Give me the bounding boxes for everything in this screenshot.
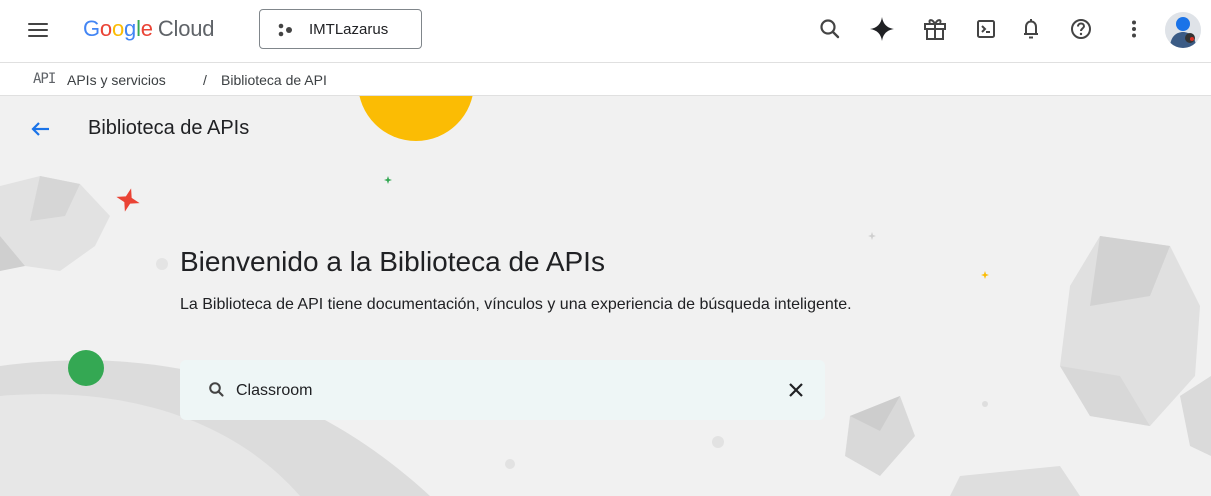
welcome-subtitle: La Biblioteca de API tiene documentación… (180, 296, 852, 313)
project-name: IMTLazarus (309, 21, 389, 38)
logo-letter: o (111, 16, 125, 41)
page-title: Biblioteca de APIs (88, 117, 250, 139)
gemini-icon[interactable] (867, 14, 897, 44)
search-icon (209, 382, 224, 397)
logo-letter: g (124, 16, 137, 41)
logo-letter: o (99, 16, 112, 41)
project-picker-button[interactable]: IMTLazarus (259, 9, 422, 49)
logo-letter: e (140, 16, 153, 41)
google-cloud-logo[interactable]: Google Cloud (83, 16, 214, 42)
menu-icon[interactable] (26, 20, 54, 42)
api-icon: API (33, 71, 56, 87)
project-icon (278, 23, 292, 37)
notifications-icon[interactable] (1016, 14, 1046, 44)
avatar[interactable] (1165, 12, 1201, 48)
breadcrumb-current: Biblioteca de API (221, 72, 327, 88)
welcome-heading: Bienvenido a la Biblioteca de APIs (180, 246, 605, 277)
search-icon[interactable] (815, 14, 845, 44)
api-search-input[interactable] (234, 373, 758, 409)
gift-icon[interactable] (920, 14, 950, 44)
back-arrow-icon[interactable] (28, 116, 54, 142)
cloud-shell-icon[interactable] (971, 14, 1001, 44)
breadcrumb-section-link[interactable]: APIs y servicios (67, 72, 166, 88)
more-vert-icon[interactable] (1119, 14, 1149, 44)
breadcrumb-separator: / (203, 72, 207, 88)
breadcrumb: API APIs y servicios / Biblioteca de API (0, 62, 1211, 96)
clear-search-icon[interactable] (784, 378, 808, 402)
help-icon[interactable] (1066, 14, 1096, 44)
logo-cloud-text: Cloud (157, 16, 215, 41)
top-app-bar: Google Cloud IMTLazarus (0, 0, 1211, 62)
api-library-hero: Biblioteca de APIs Bienvenido a la Bibli… (0, 96, 1211, 496)
logo-letter: G (83, 16, 100, 41)
api-search-box (180, 360, 825, 420)
